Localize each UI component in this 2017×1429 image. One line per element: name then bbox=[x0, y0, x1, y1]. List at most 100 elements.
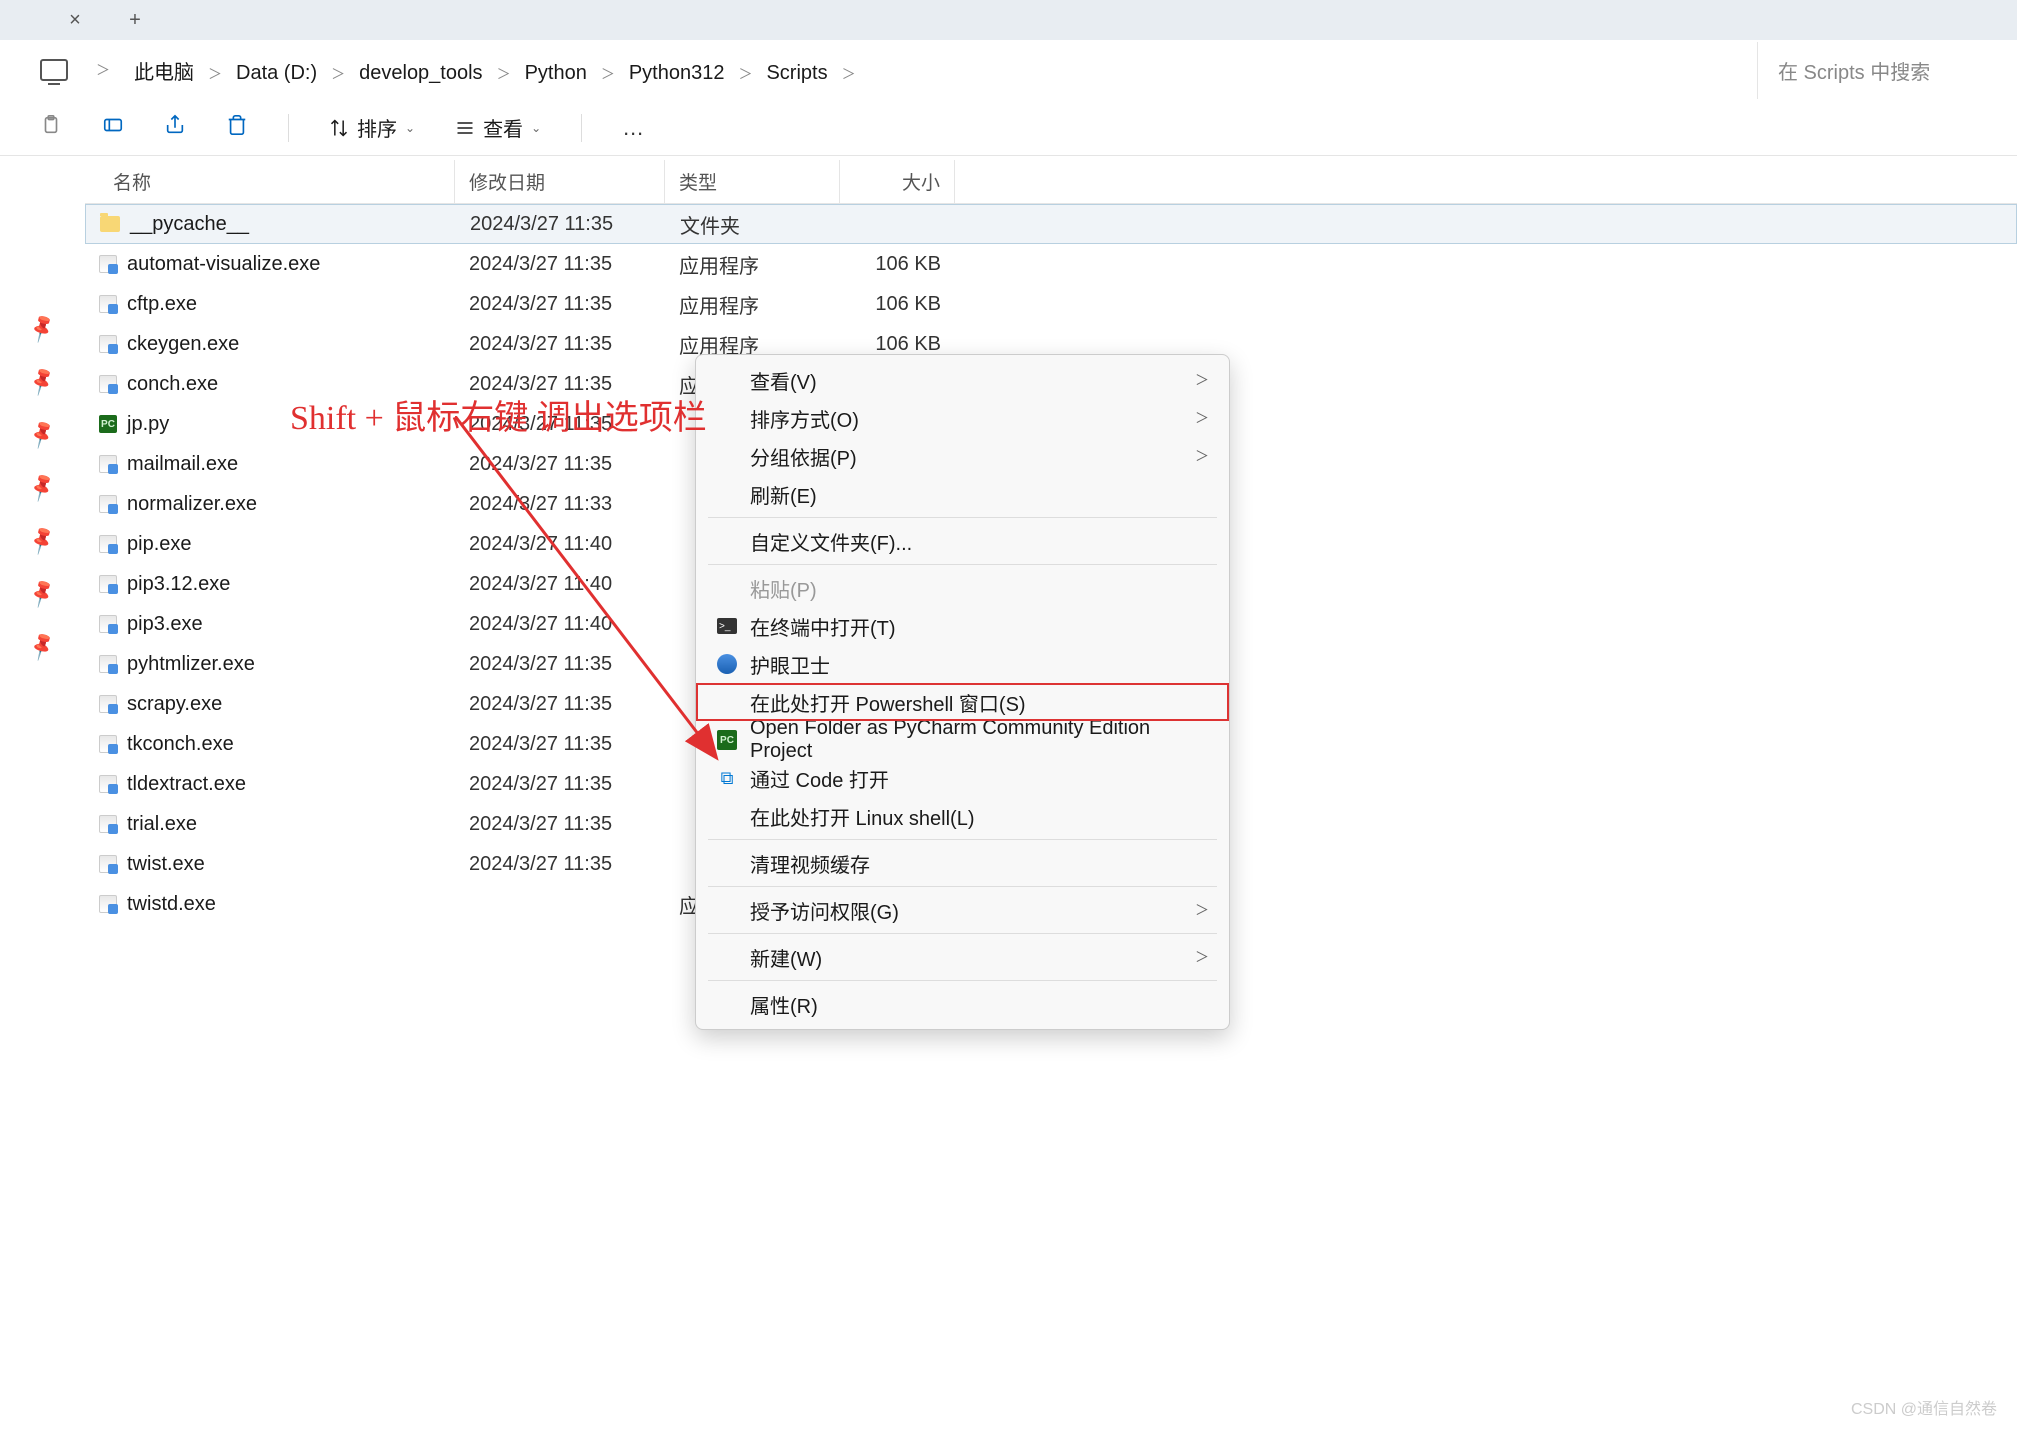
context-menu-item[interactable]: >_在终端中打开(T) bbox=[696, 607, 1229, 645]
file-name: pip.exe bbox=[127, 533, 192, 556]
file-name: trial.exe bbox=[127, 813, 197, 836]
context-menu-item[interactable]: 刷新(E) bbox=[696, 475, 1229, 513]
menu-item-label: 授予访问权限(G) bbox=[750, 896, 1195, 925]
pin-icon[interactable]: 📌 bbox=[25, 470, 59, 504]
share-icon[interactable] bbox=[164, 114, 186, 142]
file-name: pyhtmlizer.exe bbox=[127, 653, 255, 676]
file-name: scrapy.exe bbox=[127, 693, 222, 716]
file-date: 2024/3/27 11:35 bbox=[455, 813, 665, 836]
annotation-arrow bbox=[455, 416, 735, 776]
menu-item-label: 粘贴(P) bbox=[750, 574, 1209, 603]
menu-item-label: 护眼卫士 bbox=[750, 650, 1209, 679]
context-menu-item[interactable]: 属性(R) bbox=[696, 985, 1229, 1023]
file-name: conch.exe bbox=[127, 373, 218, 396]
exe-file-icon bbox=[99, 255, 117, 273]
context-menu-item[interactable]: 护眼卫士 bbox=[696, 645, 1229, 683]
menu-item-label: 刷新(E) bbox=[750, 480, 1209, 509]
sidebar: 📌 📌 📌 📌 📌 📌 📌 bbox=[0, 156, 85, 1429]
column-type[interactable]: 类型 bbox=[665, 160, 840, 203]
context-menu-item[interactable]: 分组依据(P)＞ bbox=[696, 437, 1229, 475]
exe-file-icon bbox=[99, 535, 117, 553]
context-menu-item[interactable]: 自定义文件夹(F)... bbox=[696, 522, 1229, 560]
file-name: twist.exe bbox=[127, 853, 205, 876]
context-menu-item[interactable]: 查看(V)＞ bbox=[696, 361, 1229, 399]
context-menu-item[interactable]: 授予访问权限(G)＞ bbox=[696, 891, 1229, 929]
exe-file-icon bbox=[99, 895, 117, 913]
chevron-right-icon[interactable]: ＞ bbox=[489, 66, 519, 82]
watermark: CSDN @通信自然卷 bbox=[1851, 1395, 1997, 1419]
new-tab-button[interactable]: + bbox=[120, 9, 150, 32]
more-button[interactable]: … bbox=[622, 115, 646, 141]
chevron-right-icon[interactable]: ＞ bbox=[323, 66, 353, 82]
exe-file-icon bbox=[99, 335, 117, 353]
breadcrumb-item[interactable]: develop_tools bbox=[353, 58, 488, 88]
file-name: __pycache__ bbox=[130, 213, 249, 236]
breadcrumb-item[interactable]: Python312 bbox=[623, 58, 731, 88]
file-date: 2024/3/27 11:35 bbox=[455, 293, 665, 316]
menu-item-label: 通过 Code 打开 bbox=[750, 764, 1209, 793]
pin-icon[interactable]: 📌 bbox=[25, 576, 59, 610]
file-name: jp.py bbox=[127, 413, 169, 436]
annotation-text: Shift + 鼠标右键 调出选项栏 bbox=[290, 390, 707, 439]
menu-item-label: Open Folder as PyCharm Community Edition… bbox=[750, 717, 1209, 763]
chevron-right-icon[interactable]: ＞ bbox=[200, 66, 230, 82]
pin-icon[interactable]: 📌 bbox=[25, 364, 59, 398]
context-menu-item[interactable]: 在此处打开 Linux shell(L) bbox=[696, 797, 1229, 835]
menu-item-label: 在此处打开 Linux shell(L) bbox=[750, 802, 1209, 831]
file-name: ckeygen.exe bbox=[127, 333, 239, 356]
view-button[interactable]: 查看 ⌄ bbox=[455, 113, 541, 142]
pin-icon[interactable]: 📌 bbox=[25, 523, 59, 557]
file-name: pip3.12.exe bbox=[127, 573, 230, 596]
chevron-right-icon: ＞ bbox=[1195, 370, 1209, 390]
exe-file-icon bbox=[99, 615, 117, 633]
chevron-right-icon[interactable]: ＞ bbox=[834, 66, 864, 82]
pin-icon[interactable]: 📌 bbox=[25, 311, 59, 345]
menu-item-label: 排序方式(O) bbox=[750, 404, 1195, 433]
paste-icon[interactable] bbox=[40, 114, 62, 142]
view-label: 查看 bbox=[483, 113, 523, 142]
rename-icon[interactable] bbox=[102, 114, 124, 142]
breadcrumb-item[interactable]: Python bbox=[519, 58, 593, 88]
breadcrumb-item[interactable]: 此电脑 bbox=[128, 58, 200, 88]
breadcrumb-item[interactable]: Scripts bbox=[760, 58, 833, 88]
context-menu-item[interactable]: PCOpen Folder as PyCharm Community Editi… bbox=[696, 721, 1229, 759]
menu-item-label: 自定义文件夹(F)... bbox=[750, 527, 1209, 556]
file-name: tldextract.exe bbox=[127, 773, 246, 796]
context-menu-item: 粘贴(P) bbox=[696, 569, 1229, 607]
context-menu-item[interactable]: ⧉通过 Code 打开 bbox=[696, 759, 1229, 797]
menu-item-label: 在此处打开 Powershell 窗口(S) bbox=[750, 688, 1209, 717]
context-menu-item[interactable]: 新建(W)＞ bbox=[696, 938, 1229, 976]
column-size[interactable]: 大小 bbox=[840, 160, 955, 203]
exe-file-icon bbox=[99, 375, 117, 393]
chevron-down-icon: ⌄ bbox=[531, 121, 541, 135]
context-menu-item[interactable]: 清理视频缓存 bbox=[696, 844, 1229, 882]
delete-icon[interactable] bbox=[226, 114, 248, 142]
exe-file-icon bbox=[99, 855, 117, 873]
chevron-right-icon[interactable]: ＞ bbox=[88, 60, 118, 80]
this-pc-icon bbox=[40, 59, 68, 81]
chevron-right-icon[interactable]: ＞ bbox=[730, 66, 760, 82]
sort-button[interactable]: 排序 ⌄ bbox=[329, 113, 415, 142]
search-input[interactable]: 在 Scripts 中搜索 bbox=[1757, 42, 1977, 99]
address-bar: ＞ 此电脑＞Data (D:)＞develop_tools＞Python＞Pyt… bbox=[0, 40, 2017, 100]
file-row[interactable]: automat-visualize.exe2024/3/27 11:35应用程序… bbox=[85, 244, 2017, 284]
file-row[interactable]: __pycache__ 2024/3/27 11:35文件夹 bbox=[85, 204, 2017, 244]
toolbar: 排序 ⌄ 查看 ⌄ … bbox=[0, 100, 2017, 156]
pin-icon[interactable]: 📌 bbox=[25, 629, 59, 663]
context-menu: 查看(V)＞排序方式(O)＞分组依据(P)＞刷新(E)自定义文件夹(F)...粘… bbox=[695, 354, 1230, 1030]
column-headers: 名称 修改日期 类型 大小 bbox=[85, 160, 2017, 204]
python-file-icon: PC bbox=[99, 415, 117, 433]
file-type: 文件夹 bbox=[666, 210, 841, 239]
file-row[interactable]: cftp.exe2024/3/27 11:35应用程序106 KB bbox=[85, 284, 2017, 324]
pin-icon[interactable]: 📌 bbox=[25, 417, 59, 451]
column-date[interactable]: 修改日期 bbox=[455, 160, 665, 203]
close-tab-button[interactable]: × bbox=[60, 9, 90, 32]
breadcrumb-item[interactable]: Data (D:) bbox=[230, 58, 323, 88]
file-date: 2024/3/27 11:35 bbox=[456, 213, 666, 236]
column-name[interactable]: 名称 bbox=[85, 160, 455, 203]
chevron-right-icon[interactable]: ＞ bbox=[593, 66, 623, 82]
context-menu-item[interactable]: 在此处打开 Powershell 窗口(S) bbox=[696, 683, 1229, 721]
file-date: 2024/3/27 11:35 bbox=[455, 333, 665, 356]
context-menu-item[interactable]: 排序方式(O)＞ bbox=[696, 399, 1229, 437]
exe-file-icon bbox=[99, 815, 117, 833]
